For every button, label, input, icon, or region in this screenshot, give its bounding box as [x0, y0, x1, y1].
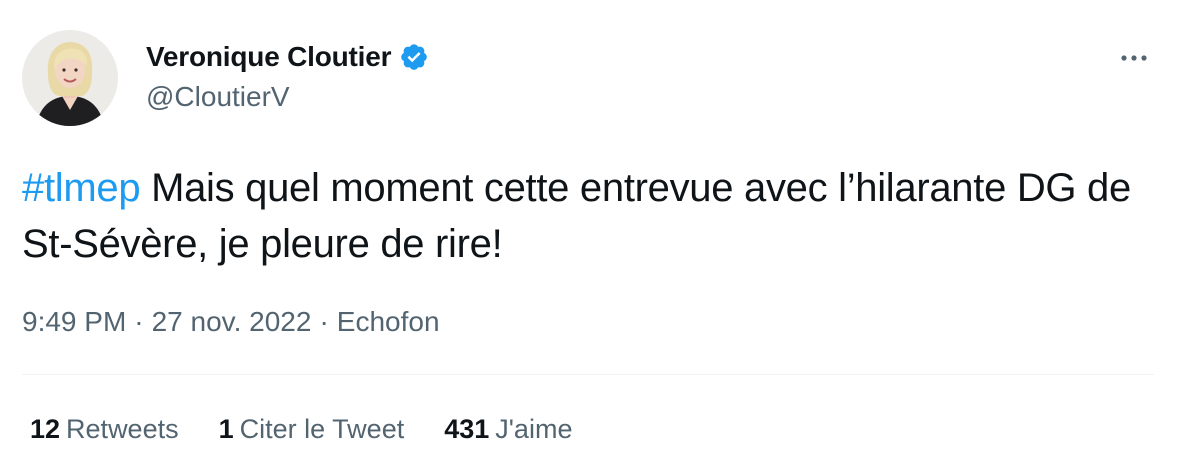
likes-label: J'aime	[495, 414, 573, 444]
verified-badge-icon	[399, 42, 429, 72]
display-name[interactable]: Veronique Cloutier	[146, 41, 392, 73]
divider	[22, 374, 1154, 375]
avatar[interactable]	[22, 30, 118, 126]
retweets-count: 12	[30, 414, 61, 444]
author-name-row: Veronique Cloutier	[146, 40, 429, 74]
engagement-stats: 12 Retweets 1 Citer le Tweet 431 J'aime	[30, 414, 572, 445]
likes-stat[interactable]: 431 J'aime	[444, 414, 572, 445]
quotes-stat[interactable]: 1 Citer le Tweet	[219, 414, 405, 445]
user-handle[interactable]: @CloutierV	[146, 81, 290, 113]
tweet-date[interactable]: 27 nov. 2022	[152, 306, 312, 338]
tweet-card: Veronique Cloutier @CloutierV #tlmep Mai…	[0, 0, 1186, 460]
tweet-text: #tlmep Mais quel moment cette entrevue a…	[22, 160, 1152, 272]
retweets-label: Retweets	[66, 414, 179, 444]
tweet-time[interactable]: 9:49 PM	[22, 306, 126, 338]
more-options-icon[interactable]	[1116, 46, 1152, 70]
likes-count: 431	[444, 414, 490, 444]
meta-separator: ·	[134, 306, 144, 337]
meta-separator: ·	[319, 306, 329, 337]
tweet-body: Mais quel moment cette entrevue avec l’h…	[22, 166, 1131, 266]
tweet-metadata: 9:49 PM · 27 nov. 2022 · Echofon	[22, 306, 440, 338]
retweets-stat[interactable]: 12 Retweets	[30, 414, 179, 445]
tweet-source[interactable]: Echofon	[337, 306, 440, 338]
hashtag-link[interactable]: #tlmep	[22, 166, 141, 210]
quotes-count: 1	[218, 414, 234, 444]
quotes-label: Citer le Tweet	[239, 414, 405, 444]
